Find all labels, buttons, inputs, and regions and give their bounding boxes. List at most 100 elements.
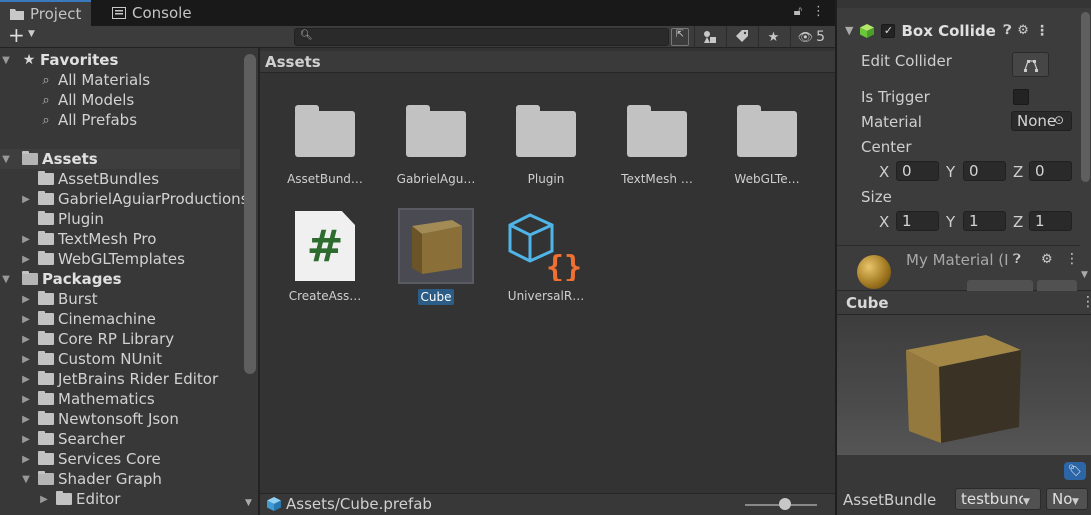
lock-icon[interactable]: 🔓︎ bbox=[794, 4, 802, 19]
more-menu-icon[interactable]: ⋮ bbox=[1065, 251, 1079, 267]
tab-bar: Project Console 🔓︎ ⋮ bbox=[0, 0, 835, 26]
expand-arrow-icon[interactable]: ▶ bbox=[20, 354, 32, 365]
size-label: Size bbox=[861, 188, 892, 206]
tab-console[interactable]: Console bbox=[102, 0, 202, 26]
asset-folder[interactable]: TextMesh … bbox=[607, 90, 707, 186]
label-tag-icon[interactable]: 🏷︎ bbox=[1064, 462, 1086, 480]
asset-folder[interactable]: Plugin bbox=[496, 90, 596, 186]
folder-icon bbox=[38, 191, 54, 205]
tree-assets[interactable]: ▼ Assets bbox=[0, 149, 240, 169]
expand-arrow-icon[interactable]: ▼ bbox=[0, 55, 12, 66]
filter-by-label-button[interactable] bbox=[726, 26, 756, 48]
expand-arrow-icon[interactable]: ▼ bbox=[0, 274, 12, 285]
tree-item-asset-folder[interactable]: ▶ WebGLTemplates bbox=[0, 249, 240, 269]
help-icon[interactable]: ❓︎ bbox=[1013, 252, 1021, 267]
tree-packages[interactable]: ▼ Packages bbox=[0, 269, 240, 289]
expand-arrow-icon[interactable]: ▶ bbox=[20, 454, 32, 465]
tree-item-asset-folder[interactable]: Plugin bbox=[0, 209, 240, 229]
search-input[interactable]: 🔍︎ bbox=[294, 28, 669, 46]
size-z-field[interactable]: 1 bbox=[1029, 211, 1072, 231]
asset-bundle-dropdown[interactable]: testbunc▼ bbox=[955, 488, 1041, 510]
material-label: Material bbox=[861, 113, 922, 131]
center-z-field[interactable]: 0 bbox=[1029, 161, 1072, 181]
prefab-cube-icon bbox=[267, 497, 281, 511]
tree-item-package-child[interactable]: ▶ Editor bbox=[0, 489, 240, 509]
tree-item-asset-folder[interactable]: ▶ GabrielAguiarProductions bbox=[0, 189, 248, 209]
tree-item-favorite[interactable]: ⌕ All Materials bbox=[0, 70, 240, 90]
is-trigger-checkbox[interactable] bbox=[1013, 89, 1029, 105]
object-picker-icon[interactable]: ⊙ bbox=[1054, 113, 1064, 127]
edit-collider-button[interactable] bbox=[1012, 52, 1049, 77]
hidden-packages-button[interactable]: 👁︎ 5 bbox=[790, 26, 832, 48]
tree-item-label: Editor bbox=[76, 490, 121, 508]
expand-arrow-icon[interactable]: ▶ bbox=[20, 434, 32, 445]
tree-item-package[interactable]: ▶ Mathematics bbox=[0, 389, 240, 409]
object-preview[interactable] bbox=[837, 315, 1091, 455]
asset-folder[interactable]: WebGLTe… bbox=[717, 90, 817, 186]
search-icon: ⌕ bbox=[42, 92, 50, 108]
center-y-field[interactable]: 0 bbox=[963, 161, 1006, 181]
expand-arrow-icon[interactable]: ▶ bbox=[20, 294, 32, 305]
expand-arrow-icon[interactable]: ▶ bbox=[20, 194, 32, 205]
tree-item-package[interactable]: ▼ Shader Graph bbox=[0, 469, 240, 489]
folder-icon bbox=[38, 291, 54, 305]
scroll-down-arrow-icon[interactable]: ▼ bbox=[245, 498, 252, 508]
asset-bundle-variant-dropdown[interactable]: No▼ bbox=[1046, 488, 1088, 510]
folder-icon bbox=[56, 491, 72, 505]
expand-arrow-icon[interactable]: ▶ bbox=[20, 374, 32, 385]
asset-prefab-selected[interactable]: Cube bbox=[386, 207, 486, 305]
more-menu-icon[interactable]: ⋮ bbox=[1081, 294, 1091, 310]
preset-icon[interactable]: ⚙︎ bbox=[1017, 23, 1029, 38]
material-preview-sphere bbox=[857, 255, 891, 289]
tree-favorites[interactable]: ▼ ★ Favorites bbox=[0, 50, 240, 70]
hidden-packages-count: 5 bbox=[816, 29, 826, 45]
component-enabled-checkbox[interactable]: ✓ bbox=[881, 23, 896, 38]
tree-item-favorite[interactable]: ⌕ All Prefabs bbox=[0, 110, 240, 130]
expand-arrow-icon[interactable]: ▶ bbox=[20, 334, 32, 345]
tree-item-package[interactable]: ▶ Services Core bbox=[0, 449, 240, 469]
asset-folder[interactable]: AssetBund… bbox=[275, 90, 375, 186]
size-y-field[interactable]: 1 bbox=[963, 211, 1006, 231]
zoom-slider-handle[interactable] bbox=[779, 498, 791, 510]
more-menu-icon[interactable]: ⋮ bbox=[812, 4, 825, 19]
tree-item-package[interactable]: ▶ JetBrains Rider Editor bbox=[0, 369, 240, 389]
help-icon[interactable]: ❓︎ bbox=[1003, 23, 1011, 38]
expand-arrow-icon[interactable]: ▶ bbox=[38, 494, 50, 505]
tree-item-package[interactable]: ▶ Cinemachine bbox=[0, 309, 240, 329]
expand-arrow-icon[interactable]: ▼ bbox=[0, 154, 12, 165]
tree-item-label: All Prefabs bbox=[58, 111, 138, 129]
tree-item-asset-folder[interactable]: AssetBundles bbox=[0, 169, 240, 189]
create-button[interactable]: + bbox=[8, 23, 25, 47]
preset-icon[interactable]: ⚙︎ bbox=[1041, 252, 1053, 267]
tree-assets-label: Assets bbox=[42, 150, 98, 168]
expand-arrow-icon[interactable]: ▶ bbox=[20, 254, 32, 265]
expand-arrow-icon[interactable]: ▼ bbox=[845, 24, 853, 37]
tree-item-asset-folder[interactable]: ▶ TextMesh Pro bbox=[0, 229, 240, 249]
filter-by-type-button[interactable] bbox=[694, 26, 724, 48]
asset-package-json[interactable]: {} UniversalR… bbox=[496, 207, 596, 303]
more-menu-icon[interactable]: ⋮ bbox=[1035, 23, 1049, 39]
folder-icon bbox=[38, 231, 54, 245]
tree-item-label: Mathematics bbox=[58, 390, 155, 408]
tree-item-package[interactable]: ▶ Newtonsoft Json bbox=[0, 409, 240, 429]
size-x-field[interactable]: 1 bbox=[896, 211, 939, 231]
tree-item-favorite[interactable]: ⌕ All Models bbox=[0, 90, 240, 110]
inspector-scrollbar[interactable] bbox=[1081, 12, 1090, 182]
search-by-type-icon[interactable]: ⇱ bbox=[671, 28, 689, 46]
favorites-button[interactable]: ★ bbox=[758, 26, 788, 48]
expand-arrow-icon[interactable]: ▶ bbox=[20, 394, 32, 405]
tree-item-package[interactable]: ▶ Core RP Library bbox=[0, 329, 240, 349]
asset-folder[interactable]: GabrielAgu… bbox=[386, 90, 486, 186]
tree-scrollbar[interactable] bbox=[244, 54, 256, 374]
center-x-field[interactable]: 0 bbox=[896, 161, 939, 181]
expand-arrow-icon[interactable]: ▼ bbox=[20, 474, 32, 485]
expand-arrow-icon[interactable]: ▶ bbox=[20, 314, 32, 325]
expand-arrow-icon[interactable]: ▶ bbox=[20, 414, 32, 425]
expand-arrow-icon[interactable]: ▶ bbox=[20, 234, 32, 245]
scroll-down-arrow-icon[interactable]: ▼ bbox=[1081, 270, 1088, 280]
tree-item-package[interactable]: ▶ Searcher bbox=[0, 429, 240, 449]
tree-item-package[interactable]: ▶ Custom NUnit bbox=[0, 349, 240, 369]
tree-item-label: All Materials bbox=[58, 71, 151, 89]
tree-item-package[interactable]: ▶ Burst bbox=[0, 289, 240, 309]
asset-script[interactable]: # CreateAss… bbox=[275, 207, 375, 303]
